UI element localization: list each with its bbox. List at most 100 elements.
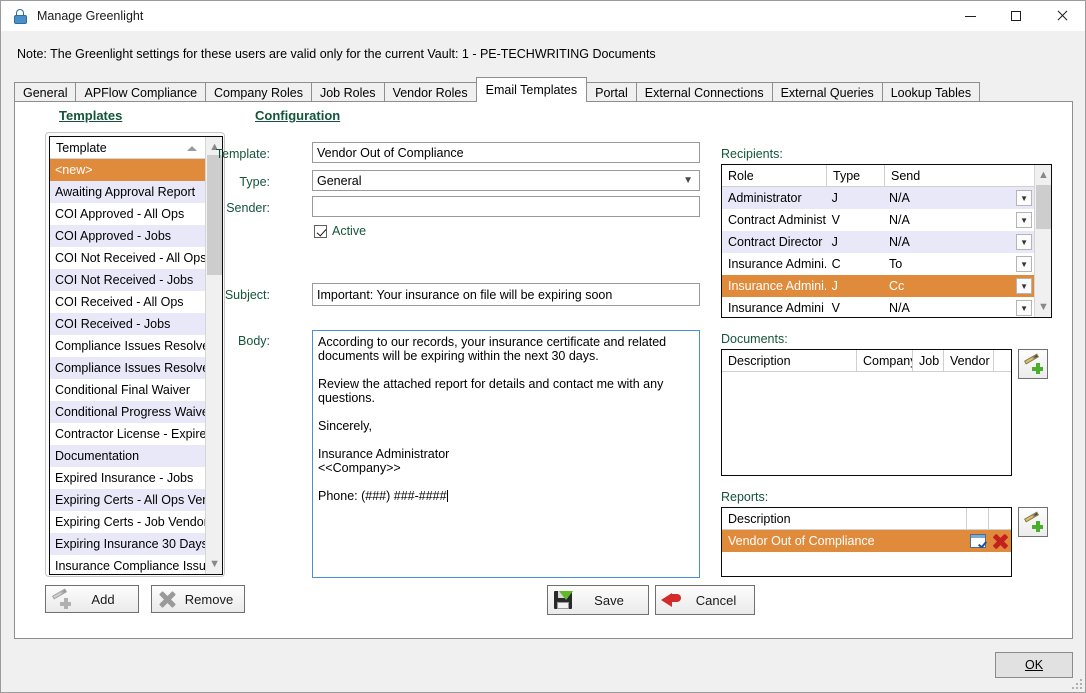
- recipients-grid[interactable]: Role Type Send Administrator J N/A ▼ Contract …: [721, 164, 1052, 318]
- add-button-label: Add: [91, 591, 115, 607]
- table-row[interactable]: Insurance Admini V N/A ▼: [722, 297, 1034, 317]
- scrollbar-thumb[interactable]: [1036, 185, 1051, 229]
- list-item[interactable]: Compliance Issues Resolved - J...: [50, 357, 206, 379]
- table-row[interactable]: Contract Director J N/A ▼: [722, 231, 1034, 253]
- chevron-down-icon[interactable]: ▼: [1016, 256, 1033, 272]
- list-item[interactable]: Expired Insurance - Jobs: [50, 467, 205, 489]
- tab-apflow-compliance[interactable]: APFlow Compliance: [75, 82, 207, 102]
- list-item-label: COI Received - Jobs: [55, 317, 171, 331]
- resize-grip[interactable]: [1070, 677, 1082, 689]
- window-title: Manage Greenlight: [37, 9, 144, 23]
- chevron-down-icon[interactable]: ▼: [1016, 212, 1033, 228]
- tab-company-roles[interactable]: Company Roles: [205, 82, 312, 102]
- table-row[interactable]: Vendor Out of Compliance: [722, 530, 1011, 552]
- chevron-down-icon[interactable]: ▼: [1016, 234, 1033, 250]
- save-button-label: Save: [594, 592, 624, 608]
- recipient-type: V: [831, 301, 840, 315]
- add-report-button[interactable]: [1018, 507, 1048, 537]
- list-item[interactable]: <new>: [50, 159, 206, 181]
- subject-input[interactable]: [312, 283, 700, 306]
- body-textarea[interactable]: According to our records, your insurance…: [312, 330, 700, 578]
- reports-grid[interactable]: Description Vendor Out of Compliance: [721, 507, 1012, 577]
- maximize-button[interactable]: [993, 1, 1039, 31]
- list-item[interactable]: COI Received - Jobs: [50, 313, 206, 335]
- remove-button[interactable]: Remove: [151, 585, 245, 613]
- list-item[interactable]: Conditional Progress Waiver: [50, 401, 206, 423]
- tab-vendor-roles[interactable]: Vendor Roles: [383, 82, 477, 102]
- recipients-col-send[interactable]: Send: [885, 165, 1020, 186]
- chevron-down-icon[interactable]: ▼: [1016, 278, 1033, 294]
- close-icon: [1056, 10, 1068, 22]
- active-checkbox-row[interactable]: Active: [314, 224, 366, 238]
- list-item-label: Expired Insurance - Jobs: [55, 471, 194, 485]
- list-item[interactable]: COI Not Received - All Ops: [50, 247, 205, 269]
- list-item[interactable]: Contractor License - Expired: [50, 423, 205, 445]
- documents-grid-body: Description Company Job Vendor: [722, 350, 1011, 475]
- tab-email-templates[interactable]: Email Templates: [475, 77, 588, 102]
- scroll-down-icon[interactable]: ▼: [209, 559, 220, 570]
- template-name-input[interactable]: [312, 142, 700, 163]
- list-item-label: Documentation: [55, 449, 140, 463]
- cancel-button[interactable]: Cancel: [655, 585, 755, 615]
- list-item-label: Compliance Issues Resolved - J...: [55, 361, 205, 375]
- list-item[interactable]: Documentation: [50, 445, 206, 467]
- list-item[interactable]: Expiring Insurance 30 Days: [50, 533, 206, 555]
- recipients-scrollbar[interactable]: ▲ ▼: [1034, 165, 1051, 317]
- documents-grid[interactable]: Description Company Job Vendor: [721, 349, 1012, 476]
- type-combobox[interactable]: General ▼: [312, 170, 700, 191]
- tab-label: APFlow Compliance: [84, 85, 198, 100]
- scrollbar-thumb[interactable]: [207, 155, 222, 275]
- minimize-button[interactable]: [947, 1, 993, 31]
- active-checkbox[interactable]: [314, 224, 327, 238]
- list-item[interactable]: COI Approved - Jobs: [50, 225, 206, 247]
- scroll-down-icon[interactable]: ▼: [1038, 302, 1049, 313]
- tab-label: Portal: [595, 85, 628, 100]
- list-item[interactable]: Conditional Final Waiver: [50, 379, 205, 401]
- tab-external-connections[interactable]: External Connections: [635, 82, 773, 102]
- tab-job-roles[interactable]: Job Roles: [310, 82, 385, 102]
- add-button[interactable]: Add: [45, 585, 139, 613]
- list-item-label: Expiring Certs - All Ops Vendor: [55, 493, 205, 507]
- list-item[interactable]: COI Approved - All Ops: [50, 203, 205, 225]
- recipients-col-type[interactable]: Type: [827, 165, 885, 186]
- ok-button[interactable]: OK: [995, 652, 1073, 678]
- documents-col-company[interactable]: Company: [857, 350, 913, 371]
- documents-col-description[interactable]: Description: [722, 350, 857, 371]
- tab-portal[interactable]: Portal: [586, 82, 637, 102]
- list-item[interactable]: Expiring Certs - Job Vendors Only: [50, 511, 205, 533]
- add-document-button[interactable]: [1018, 349, 1048, 379]
- table-row[interactable]: Contract Administ... V N/A ▼: [722, 209, 1034, 231]
- sender-input[interactable]: [312, 196, 700, 217]
- list-item[interactable]: Insurance Compliance Issues - ...: [50, 555, 205, 574]
- scroll-up-icon[interactable]: ▲: [1038, 170, 1049, 181]
- recipient-role: Contract Administ...: [728, 213, 826, 227]
- reports-col-description[interactable]: Description: [722, 508, 967, 529]
- table-row[interactable]: Insurance Admini... J Cc ▼: [722, 275, 1034, 297]
- templates-listbox[interactable]: Template <new> Awaiting Approval Report CO…: [49, 136, 223, 575]
- list-item-label: COI Not Received - Jobs: [55, 273, 194, 287]
- documents-col-vendor[interactable]: Vendor: [944, 350, 994, 371]
- undo-arrow-icon: [656, 592, 686, 608]
- close-button[interactable]: [1039, 1, 1085, 31]
- save-button[interactable]: Save: [547, 585, 649, 615]
- list-item[interactable]: Expiring Certs - All Ops Vendor: [50, 489, 206, 511]
- documents-col-job[interactable]: Job: [913, 350, 944, 371]
- chevron-down-icon[interactable]: ▼: [1016, 190, 1033, 206]
- sender-field-label: Sender:: [226, 201, 270, 215]
- list-item[interactable]: Compliance Issues Resolved - ...: [50, 335, 205, 357]
- table-row[interactable]: Insurance Admini... C To ▼: [722, 253, 1034, 275]
- list-item[interactable]: Awaiting Approval Report: [50, 181, 206, 203]
- tab-external-queries[interactable]: External Queries: [771, 82, 883, 102]
- tab-lookup-tables[interactable]: Lookup Tables: [881, 82, 981, 102]
- delete-icon[interactable]: [989, 534, 1011, 549]
- list-item[interactable]: COI Received - All Ops: [50, 291, 205, 313]
- recipients-header-row: Role Type Send: [722, 165, 1034, 187]
- lock-icon: [12, 8, 28, 24]
- list-item[interactable]: COI Not Received - Jobs: [50, 269, 206, 291]
- templates-column-header[interactable]: Template: [50, 137, 206, 159]
- edit-icon[interactable]: [967, 534, 989, 548]
- recipients-col-role[interactable]: Role: [722, 165, 827, 186]
- table-row[interactable]: Administrator J N/A ▼: [722, 187, 1034, 209]
- tab-general[interactable]: General: [14, 82, 77, 102]
- chevron-down-icon[interactable]: ▼: [1016, 300, 1033, 316]
